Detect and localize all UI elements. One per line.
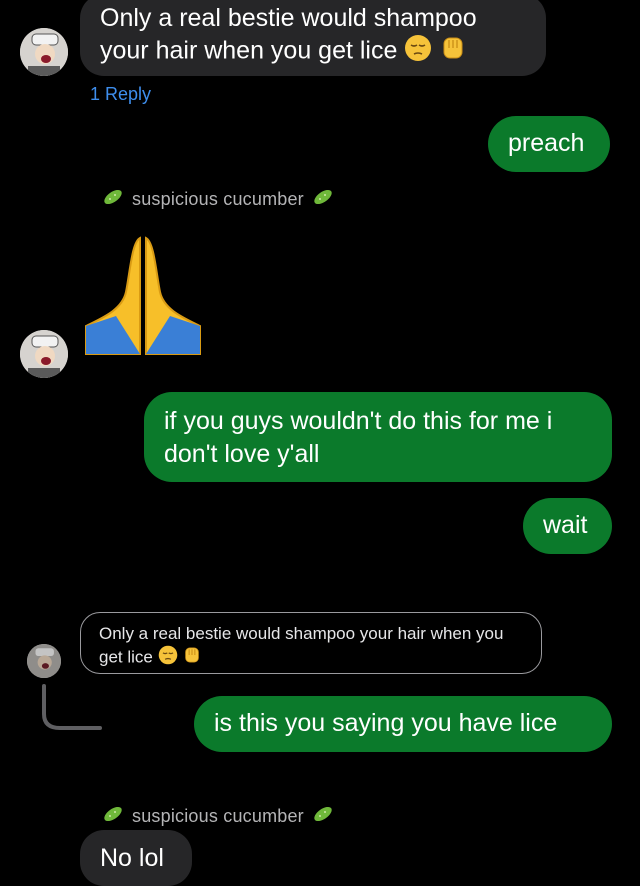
quoted-message[interactable]: Only a real bestie would shampoo your ha… (80, 612, 542, 674)
pensive-face-icon (158, 645, 178, 671)
sender-name: suspicious cucumber (132, 806, 304, 826)
avatar[interactable] (27, 644, 61, 678)
sender-name-row: suspicious cucumber (102, 186, 334, 213)
cucumber-icon (102, 803, 124, 830)
sender-name: suspicious cucumber (132, 189, 304, 209)
cucumber-icon (312, 186, 334, 213)
avatar-image (20, 330, 68, 378)
raised-fist-icon (182, 645, 202, 671)
avatar[interactable] (20, 330, 68, 378)
sender-name-row: suspicious cucumber (102, 803, 334, 830)
praying-hands-icon[interactable] (82, 232, 204, 356)
reply-count-link[interactable]: 1 Reply (90, 84, 151, 105)
outgoing-message-bubble[interactable]: if you guys wouldn't do this for me i do… (144, 392, 612, 482)
avatar-image (20, 28, 68, 76)
message-text: No lol (100, 844, 164, 872)
message-text: is this you saying you have lice (214, 709, 558, 737)
incoming-message-bubble[interactable]: Only a real bestie would shampoo your ha… (80, 0, 546, 76)
message-text: preach (508, 129, 585, 157)
cucumber-icon (312, 803, 334, 830)
cucumber-icon (102, 186, 124, 213)
avatar[interactable] (20, 28, 68, 76)
pensive-face-icon (404, 34, 432, 70)
outgoing-message-bubble[interactable]: wait (523, 498, 612, 554)
avatar-image (27, 644, 61, 678)
raised-fist-icon (439, 34, 467, 70)
message-text: wait (543, 511, 588, 539)
thread-connector-icon (38, 684, 102, 734)
message-text: if you guys wouldn't do this for me i do… (164, 407, 553, 468)
outgoing-message-bubble[interactable]: preach (488, 116, 610, 172)
incoming-message-bubble[interactable]: No lol (80, 830, 192, 886)
outgoing-message-bubble[interactable]: is this you saying you have lice (194, 696, 612, 752)
